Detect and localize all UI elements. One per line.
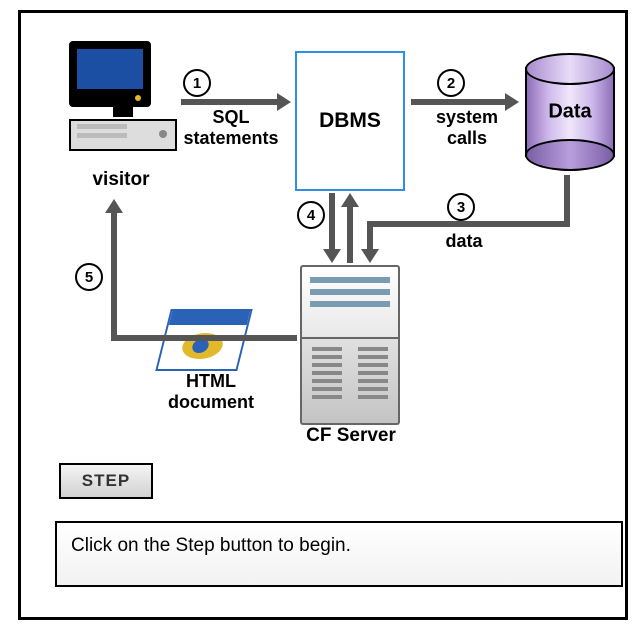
step-2-num: 2: [437, 69, 465, 97]
step-1-num: 1: [183, 69, 211, 97]
instruction-box: Click on the Step button to begin.: [55, 521, 623, 587]
cf-server-label: CF Server: [291, 425, 411, 447]
arrow-3-seg1: [564, 175, 570, 225]
arrow-2-label: systemcalls: [417, 107, 517, 148]
arrow-3-label: data: [429, 231, 499, 252]
data-label: Data: [525, 101, 615, 124]
arrow-1: [181, 99, 279, 105]
visitor-computer-icon: [69, 41, 177, 151]
html-doc-label: HTMLdocument: [161, 371, 261, 412]
dbms-box: DBMS: [295, 51, 405, 191]
cf-server-icon: [300, 265, 400, 421]
step-4-num: 4: [297, 201, 325, 229]
arrow-3-seg2: [367, 221, 570, 227]
arrow-5-seg2: [111, 211, 117, 339]
visitor-label: visitor: [79, 169, 163, 191]
arrow-4-down: [329, 193, 335, 251]
arrow-2: [411, 99, 507, 105]
step-5-num: 5: [75, 263, 103, 291]
data-cylinder-icon: Data: [525, 53, 615, 171]
step-button[interactable]: STEP: [59, 463, 153, 499]
arrow-3-seg3: [367, 221, 373, 251]
arrow-4-up: [347, 205, 353, 263]
arrow-5-seg1: [111, 335, 297, 341]
step-3-num: 3: [447, 193, 475, 221]
diagram-frame: visitor DBMS Data CF Server HTMLdocument…: [18, 10, 628, 620]
dbms-label: DBMS: [319, 109, 381, 133]
arrow-1-label: SQLstatements: [171, 107, 291, 148]
instruction-text: Click on the Step button to begin.: [71, 535, 351, 556]
